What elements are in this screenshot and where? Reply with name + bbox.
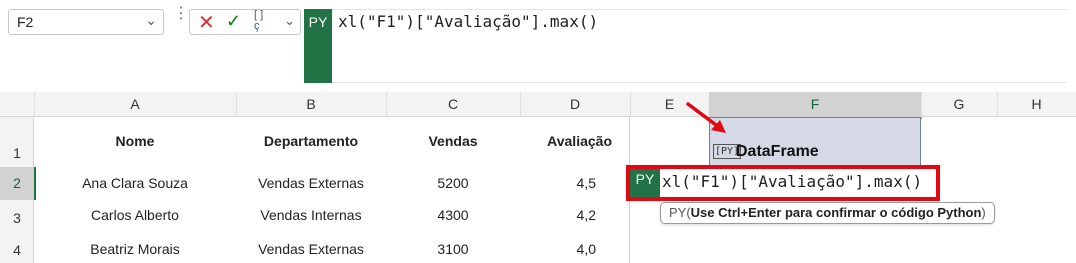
python-mode-badge: PY [630,169,660,197]
column-header-g[interactable]: G [921,92,998,117]
formula-actions: ✕ ✓ [ ] ç ⌄ [189,9,301,35]
column-header-a[interactable]: A [34,92,237,117]
cell-d3[interactable]: 4,2 [520,207,596,223]
column-header-b[interactable]: B [236,92,387,117]
column-header-h[interactable]: H [997,92,1076,117]
row-header-bar: 1 2 3 4 [0,117,36,263]
header-departamento[interactable]: Departamento [236,133,386,149]
cell-b3[interactable]: Vendas Internas [236,207,386,223]
cell-d4[interactable]: 4,0 [520,241,596,257]
select-all-corner[interactable] [0,92,35,117]
row-header-4[interactable]: 4 [0,237,34,263]
python-mode-badge: PY [304,9,332,83]
python-tooltip: PY(Use Ctrl+Enter para confirmar o códig… [660,202,995,224]
header-avaliacao[interactable]: Avaliação [520,133,612,149]
cell-a3[interactable]: Carlos Alberto [34,207,236,223]
dataframe-label: DataFrame [736,143,819,160]
cell-c2[interactable]: 5200 [386,175,520,191]
python-insert-icon[interactable]: [ ] ç [254,10,263,32]
more-options-icon[interactable]: ⋮ [173,6,189,32]
chevron-down-icon[interactable]: ⌄ [284,13,295,29]
cell-b2[interactable]: Vendas Externas [236,175,386,191]
cell-a2[interactable]: Ana Clara Souza [34,175,236,191]
column-header-f[interactable]: F [709,92,922,119]
cell-a4[interactable]: Beatriz Morais [34,241,236,257]
row-header-1[interactable]: 1 [0,145,34,165]
header-nome[interactable]: Nome [34,133,236,149]
tooltip-prefix: PY( [669,205,691,220]
name-box-value: F2 [17,14,34,30]
tooltip-text: Use Ctrl+Enter para confirmar o código P… [690,205,982,220]
cell-b4[interactable]: Vendas Externas [236,241,386,257]
cell-c3[interactable]: 4300 [386,207,520,223]
cell-d2[interactable]: 4,5 [520,175,596,191]
tooltip-suffix: ) [981,205,986,220]
enter-icon[interactable]: ✓ [226,11,241,32]
header-vendas[interactable]: Vendas [386,133,520,149]
arrow-annotation-icon [686,102,726,133]
name-box[interactable]: F2 ⌄ [8,9,164,35]
column-header-bar: A B C D E F G H [0,92,1076,119]
formula-text: xl("F1")["Avaliação"].max() [338,12,599,31]
row-header-3[interactable]: 3 [0,203,34,233]
cancel-icon[interactable]: ✕ [198,10,215,35]
cell-editor-formula[interactable]: xl("F1")["Avaliação"].max() [662,172,922,191]
cell-c4[interactable]: 3100 [386,241,520,257]
row-header-2[interactable]: 2 [0,167,36,200]
chevron-down-icon[interactable]: ⌄ [145,12,157,29]
column-header-d[interactable]: D [520,92,631,117]
column-header-c[interactable]: C [386,92,521,117]
